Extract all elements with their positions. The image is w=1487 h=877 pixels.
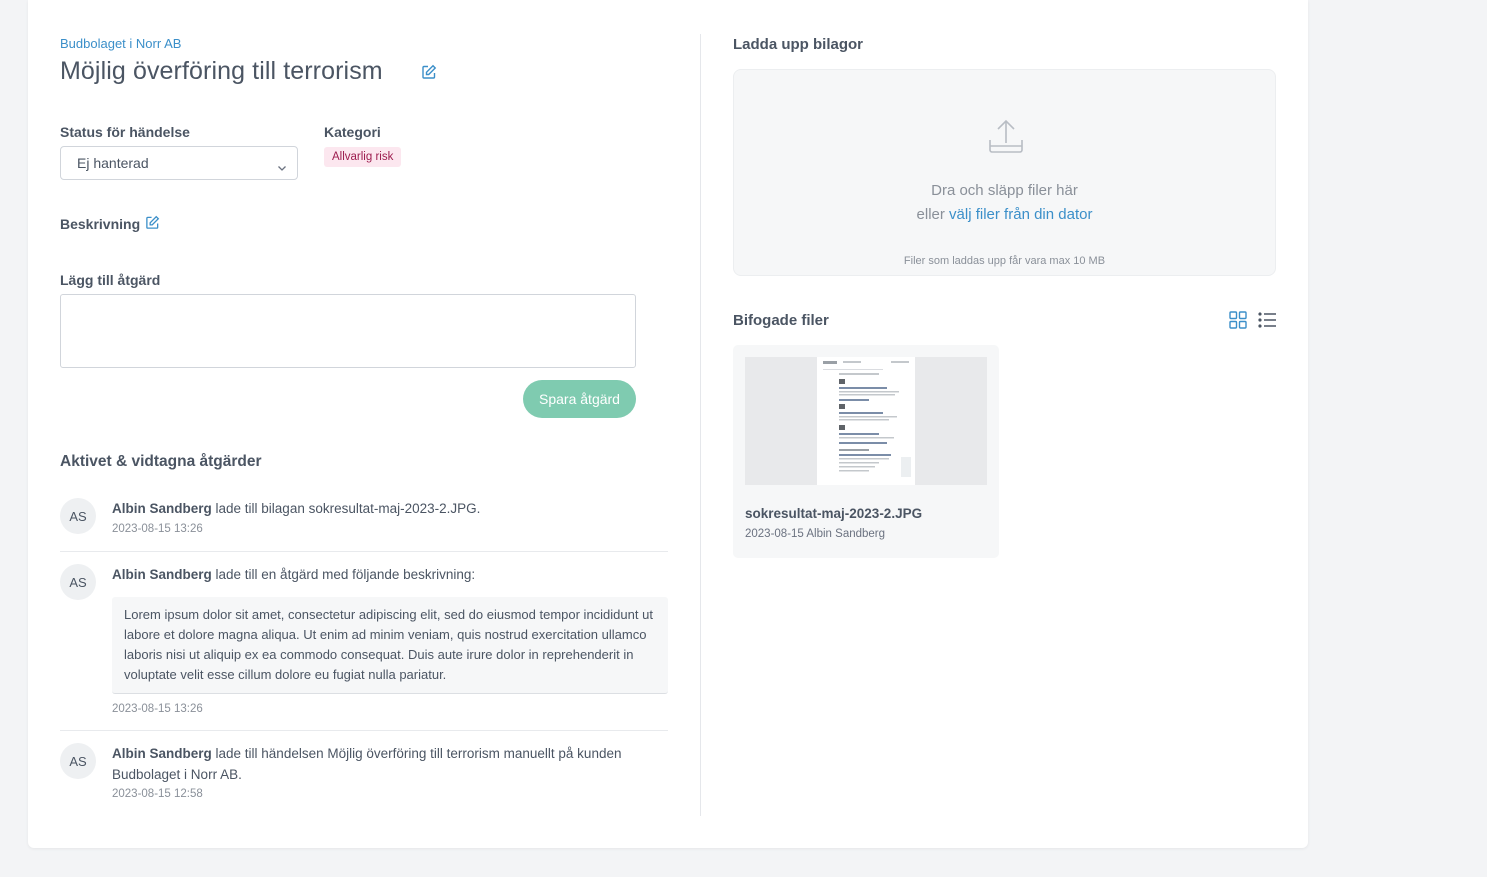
add-action-textarea[interactable] bbox=[60, 294, 636, 368]
attachment-meta: 2023-08-15 Albin Sandberg bbox=[745, 528, 886, 540]
add-action-label: Lägg till åtgärd bbox=[60, 272, 161, 288]
edit-title-icon[interactable] bbox=[421, 64, 437, 80]
breadcrumb-customer-link[interactable]: Budbolaget i Norr AB bbox=[60, 36, 181, 51]
activity-description: lade till bilagan sokresultat-maj-2023-2… bbox=[211, 501, 481, 516]
avatar: AS bbox=[60, 743, 96, 779]
column-divider bbox=[700, 34, 701, 816]
activity-timestamp: 2023-08-15 12:58 bbox=[112, 788, 203, 800]
choose-files-link[interactable]: välj filer från din dator bbox=[949, 206, 1092, 223]
activity-text: Albin Sandberg lade till händelsen Möjli… bbox=[112, 743, 642, 785]
attachments-title: Bifogade filer bbox=[733, 312, 829, 329]
activity-divider bbox=[60, 551, 668, 552]
activity-text: Albin Sandberg lade till bilagan sokresu… bbox=[112, 498, 652, 519]
save-action-button[interactable]: Spara åtgärd bbox=[523, 380, 636, 418]
activity-user: Albin Sandberg bbox=[112, 567, 212, 582]
status-selected-value: Ej hanterad bbox=[77, 155, 149, 171]
status-select[interactable]: Ej hanterad bbox=[60, 146, 298, 180]
edit-description-icon[interactable] bbox=[145, 215, 161, 231]
upload-size-note: Filer som laddas upp får vara max 10 MB bbox=[903, 255, 1106, 267]
activity-timestamp: 2023-08-15 13:26 bbox=[112, 523, 203, 535]
category-label: Kategori bbox=[324, 124, 381, 140]
incident-card: Budbolaget i Norr AB Möjlig överföring t… bbox=[28, 0, 1308, 848]
chevron-down-icon bbox=[277, 159, 287, 175]
file-dropzone[interactable]: Dra och släpp filer här eller välj filer… bbox=[733, 69, 1276, 276]
avatar: AS bbox=[60, 564, 96, 600]
activity-description: lade till en åtgärd med följande beskriv… bbox=[211, 567, 476, 582]
attachment-filename[interactable]: sokresultat-maj-2023-2.JPG bbox=[745, 506, 922, 521]
activity-user: Albin Sandberg bbox=[112, 746, 212, 761]
document-preview-image bbox=[817, 357, 915, 485]
attachment-thumbnail bbox=[745, 357, 987, 485]
activity-user: Albin Sandberg bbox=[112, 501, 212, 516]
drop-subtext: eller välj filer från din dator bbox=[734, 206, 1275, 223]
attachment-card[interactable]: sokresultat-maj-2023-2.JPG 2023-08-15 Al… bbox=[733, 345, 999, 558]
upload-icon bbox=[987, 118, 1025, 161]
activity-text: Albin Sandberg lade till en åtgärd med f… bbox=[112, 564, 652, 585]
activity-divider bbox=[60, 730, 668, 731]
grid-view-icon[interactable] bbox=[1229, 311, 1247, 334]
status-label: Status för händelse bbox=[60, 124, 190, 140]
page-title: Möjlig överföring till terrorism bbox=[60, 57, 383, 85]
upload-title: Ladda upp bilagor bbox=[733, 36, 863, 53]
list-view-icon[interactable] bbox=[1258, 311, 1277, 334]
category-badge: Allvarlig risk bbox=[324, 147, 402, 167]
description-label: Beskrivning bbox=[60, 216, 141, 232]
activity-timestamp: 2023-08-15 13:26 bbox=[112, 703, 203, 715]
avatar: AS bbox=[60, 498, 96, 534]
activity-quote: Lorem ipsum dolor sit amet, consectetur … bbox=[112, 597, 668, 694]
or-text: eller bbox=[916, 206, 950, 223]
activity-title: Aktivet & vidtagna åtgärder bbox=[60, 453, 262, 470]
drop-text: Dra och släpp filer här bbox=[931, 182, 1078, 199]
